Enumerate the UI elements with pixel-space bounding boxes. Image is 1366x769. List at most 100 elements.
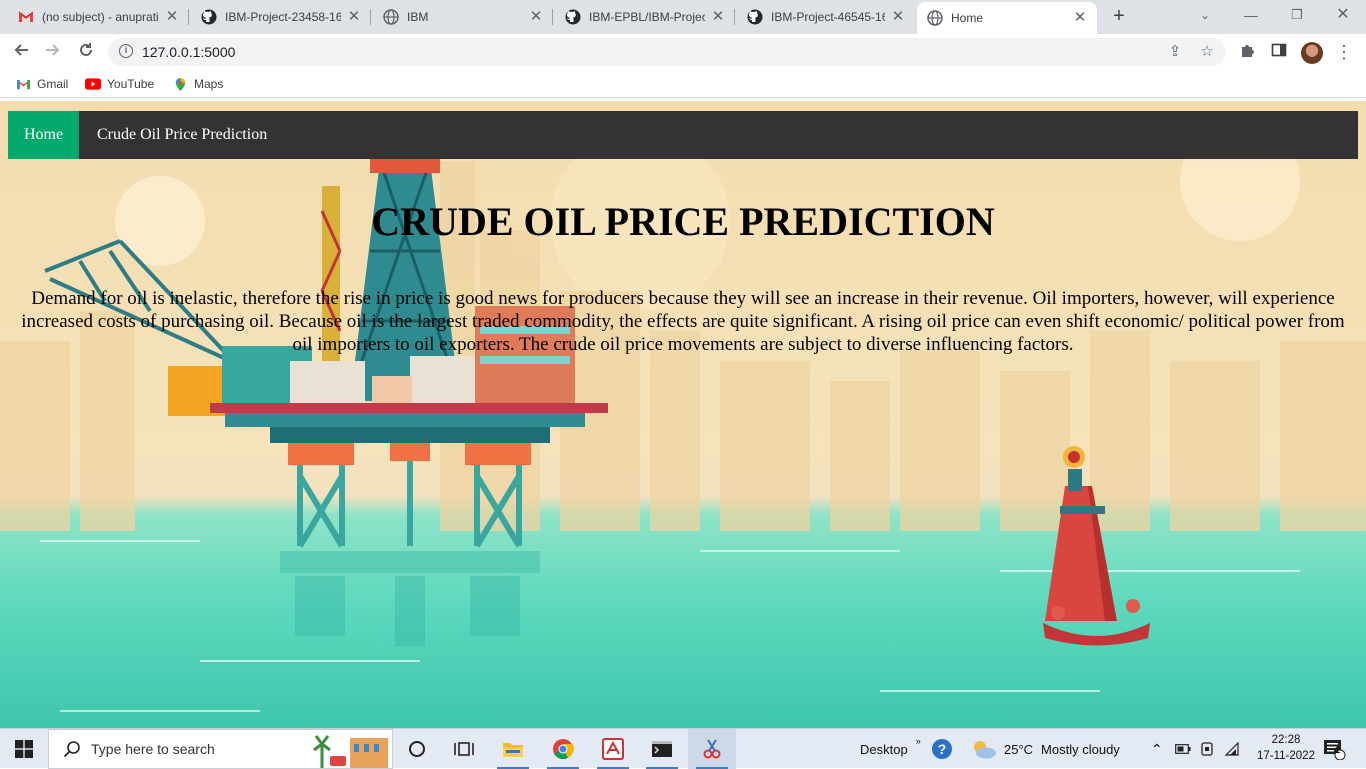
forward-arrow-icon: [46, 44, 60, 56]
tab-title: IBM-Project-46545-16: [771, 10, 885, 24]
scissors-icon: [703, 739, 721, 759]
tab-gmail[interactable]: (no subject) - anuprati ✕: [8, 0, 189, 34]
forward-button[interactable]: [40, 39, 66, 65]
github-icon: [201, 9, 217, 25]
bookmark-label: YouTube: [107, 77, 155, 91]
tab-title: IBM: [407, 10, 429, 24]
tab-ibm[interactable]: IBM ✕: [373, 0, 553, 34]
windows-taskbar: Type here to search Desktop » ? 25°C Most…: [0, 728, 1366, 769]
file-explorer-button[interactable]: [489, 729, 537, 769]
nav-home-link[interactable]: Home: [8, 111, 80, 159]
search-placeholder: Type here to search: [91, 741, 215, 757]
bookmarks-bar: Gmail YouTube Maps: [0, 70, 1366, 98]
notification-count: 1: [1335, 745, 1341, 755]
battery-icon[interactable]: [1175, 729, 1191, 769]
clock-time: 22:28: [1271, 734, 1301, 746]
tab-title: Home: [951, 11, 984, 25]
page-description: Demand for oil is inelastic, therefore t…: [21, 288, 1345, 355]
tab-github-3[interactable]: IBM-Project-46545-16 ✕: [737, 0, 915, 34]
weather-condition: Mostly cloudy: [1041, 741, 1120, 757]
page-viewport: Home Crude Oil Price Prediction CRUDE OI…: [0, 101, 1366, 728]
snipping-tool-button[interactable]: [688, 729, 736, 769]
browser-tab-strip: (no subject) - anuprati ✕ IBM-Project-23…: [0, 0, 1366, 34]
maps-icon: [172, 77, 188, 91]
youtube-icon: [85, 77, 101, 91]
search-icon: [63, 741, 80, 758]
bookmark-star-icon[interactable]: ☆: [1198, 43, 1216, 61]
close-tab-icon[interactable]: ✕: [1073, 10, 1087, 25]
globe-icon: [927, 10, 943, 26]
terminal-button[interactable]: [638, 729, 686, 769]
tab-title: IBM-EPBL/IBM-Project: [589, 10, 705, 24]
back-button[interactable]: [8, 39, 34, 65]
task-view-icon: [454, 742, 474, 756]
app-tool-icon: [602, 738, 624, 760]
restore-button[interactable]: ❐: [1274, 0, 1320, 34]
bookmark-label: Gmail: [37, 77, 69, 91]
tab-search-chevron-icon[interactable]: ⌄: [1182, 0, 1228, 34]
show-hidden-icons-chevron-icon[interactable]: ⌃: [1151, 729, 1163, 769]
profile-avatar[interactable]: [1301, 42, 1323, 64]
close-tab-icon[interactable]: ✕: [165, 9, 179, 24]
taskbar-search-box[interactable]: Type here to search: [48, 729, 393, 769]
share-icon[interactable]: ⇪: [1166, 43, 1184, 61]
bookmark-youtube[interactable]: YouTube: [85, 75, 154, 93]
cortana-button[interactable]: [393, 729, 441, 769]
oil-rig-background-illustration: [0, 121, 1366, 712]
extensions-puzzle-icon[interactable]: [1238, 42, 1258, 62]
nav-crude-oil-link[interactable]: Crude Oil Price Prediction: [81, 111, 283, 159]
gmail-icon: [18, 9, 34, 25]
more-menu-icon[interactable]: ⋮: [1334, 42, 1354, 62]
browser-toolbar: i 127.0.0.1:5000 ⇪ ☆ ⋮: [0, 34, 1366, 70]
chevron-right-icon: »: [915, 736, 921, 746]
system-clock[interactable]: 22:28 17-11-2022: [1256, 732, 1316, 764]
tab-github-2[interactable]: IBM-EPBL/IBM-Project ✕: [555, 0, 735, 34]
site-navbar: Home Crude Oil Price Prediction: [8, 111, 1358, 159]
notification-center-icon[interactable]: 1: [1322, 729, 1346, 769]
search-highlight-illustration: [313, 735, 388, 768]
github-icon: [747, 9, 763, 25]
back-arrow-icon: [14, 44, 28, 56]
weather-widget[interactable]: 25°C Mostly cloudy: [970, 729, 1120, 769]
close-tab-icon[interactable]: ✕: [891, 9, 905, 24]
tab-title: (no subject) - anuprati: [42, 10, 159, 24]
start-button[interactable]: [0, 729, 48, 769]
tab-github-1[interactable]: IBM-Project-23458-16 ✕: [191, 0, 371, 34]
github-icon: [565, 9, 581, 25]
url-text[interactable]: 127.0.0.1:5000: [142, 44, 235, 60]
page-title: CRUDE OIL PRICE PREDICTION: [371, 199, 995, 244]
bookmark-maps[interactable]: Maps: [172, 75, 223, 93]
side-panel-icon[interactable]: [1269, 42, 1289, 62]
chrome-icon: [553, 739, 574, 760]
wifi-icon[interactable]: [1224, 729, 1240, 769]
tab-title: IBM-Project-23458-16: [225, 10, 341, 24]
windows-logo-icon: [15, 740, 33, 758]
bookmark-label: Maps: [194, 77, 224, 91]
chrome-button[interactable]: [539, 729, 587, 769]
address-bar[interactable]: i 127.0.0.1:5000 ⇪ ☆: [108, 38, 1226, 66]
reload-icon: [80, 43, 92, 56]
desktop-toolbar-label[interactable]: Desktop »: [860, 729, 921, 769]
globe-icon: [383, 9, 399, 25]
minimize-button[interactable]: —: [1228, 0, 1274, 34]
close-tab-icon[interactable]: ✕: [529, 9, 543, 24]
new-tab-button[interactable]: +: [1107, 5, 1131, 29]
close-tab-icon[interactable]: ✕: [711, 9, 725, 24]
terminal-icon: [652, 741, 672, 757]
reload-button[interactable]: [73, 39, 99, 65]
gmail-icon: [15, 77, 31, 91]
bookmark-gmail[interactable]: Gmail: [15, 75, 68, 93]
help-icon[interactable]: ?: [931, 729, 953, 769]
cortana-circle-icon: [409, 741, 425, 757]
folder-icon: [503, 743, 523, 757]
desktop-label: Desktop: [860, 741, 908, 757]
site-info-icon[interactable]: i: [119, 44, 133, 58]
close-tab-icon[interactable]: ✕: [347, 9, 361, 24]
device-icon[interactable]: [1200, 729, 1214, 769]
tab-home-active[interactable]: Home ✕: [917, 2, 1097, 34]
clock-date: 17-11-2022: [1257, 750, 1315, 762]
task-view-button[interactable]: [440, 729, 488, 769]
close-window-button[interactable]: ✕: [1320, 0, 1366, 34]
cloudy-weather-icon: [974, 741, 996, 759]
app-button-red[interactable]: [589, 729, 637, 769]
